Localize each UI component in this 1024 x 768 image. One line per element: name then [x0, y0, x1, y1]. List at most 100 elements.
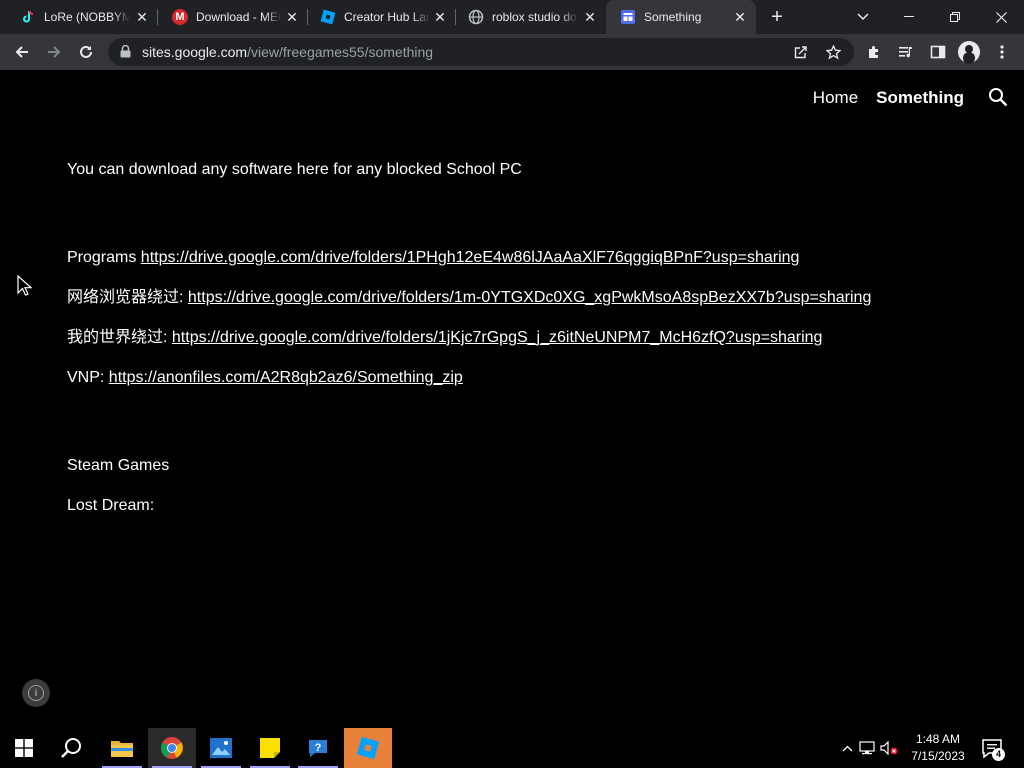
tab-creator-hub[interactable]: Creator Hub Lan ✕ — [306, 0, 456, 34]
clock[interactable]: 1:48 AM 7/15/2023 — [900, 731, 976, 765]
lost-dream-label: Lost Dream: — [67, 497, 155, 514]
system-tray — [838, 728, 900, 768]
close-icon[interactable]: ✕ — [284, 9, 300, 25]
address-bar[interactable]: sites.google.com/view/freegames55/someth… — [108, 38, 854, 66]
windows-logo-icon — [15, 739, 33, 757]
close-icon[interactable]: ✕ — [582, 9, 598, 25]
nav-something[interactable]: Something — [876, 88, 964, 108]
windows-taskbar: ? 1:48 AM 7/15/2023 4 — [0, 728, 1024, 768]
globe-icon — [468, 9, 484, 25]
tab-title: LoRe (NOBBYMU — [44, 10, 130, 24]
chrome-icon — [161, 737, 183, 759]
search-icon[interactable] — [988, 87, 1010, 109]
chrome-button[interactable] — [148, 728, 196, 768]
roblox-studio-button[interactable] — [344, 728, 392, 768]
intro-text: You can download any software here for a… — [67, 161, 522, 178]
link-label: Programs — [67, 249, 141, 266]
link-row-browser-bypass: 网络浏览器绕过: https://drive.google.com/drive/… — [67, 286, 871, 310]
arrow-left-icon — [15, 46, 28, 58]
arrow-right-icon — [48, 46, 61, 58]
side-panel-icon — [930, 45, 946, 59]
minimize-icon — [904, 16, 914, 17]
tab-roblox-search[interactable]: roblox studio do ✕ — [454, 0, 606, 34]
reload-button[interactable] — [72, 38, 100, 66]
chevron-up-icon[interactable] — [838, 745, 856, 752]
url-text: sites.google.com/view/freegames55/someth… — [142, 44, 433, 60]
close-icon[interactable]: ✕ — [134, 9, 150, 25]
share-icon[interactable] — [790, 41, 812, 63]
start-button[interactable] — [0, 728, 48, 768]
reload-icon — [80, 45, 92, 58]
volume-muted-icon[interactable] — [878, 741, 900, 755]
info-icon: i — [28, 685, 44, 701]
restore-button[interactable] — [932, 0, 978, 34]
tab-search-button[interactable] — [840, 0, 886, 34]
tab-title: roblox studio do — [492, 10, 577, 24]
side-panel-button[interactable] — [924, 38, 952, 66]
close-icon[interactable]: ✕ — [432, 9, 448, 25]
get-help-button[interactable]: ? — [294, 728, 342, 768]
sticky-notes-button[interactable] — [246, 728, 294, 768]
browser-toolbar: sites.google.com/view/freegames55/someth… — [0, 34, 1024, 70]
folder-icon — [111, 741, 133, 757]
minecraft-bypass-link[interactable]: https://drive.google.com/drive/folders/1… — [172, 329, 823, 346]
profile-avatar[interactable] — [958, 41, 980, 63]
link-row-programs: Programs https://drive.google.com/drive/… — [67, 246, 799, 270]
site-nav: Home Something — [813, 70, 1024, 126]
extensions-button[interactable] — [860, 38, 888, 66]
search-button[interactable] — [48, 728, 96, 768]
roblox-studio-icon — [320, 9, 336, 25]
network-icon[interactable] — [856, 741, 878, 755]
tab-title: Creator Hub Lan — [344, 10, 430, 24]
media-control-button[interactable] — [892, 38, 920, 66]
minimize-button[interactable] — [886, 0, 932, 34]
star-icon[interactable] — [822, 41, 844, 63]
new-tab-button[interactable]: + — [766, 6, 788, 28]
restore-icon — [950, 12, 960, 22]
page-content: Home Something You can download any soft… — [0, 70, 1024, 728]
notification-count-badge: 4 — [992, 748, 1005, 761]
steam-games-heading: Steam Games — [67, 457, 170, 474]
forward-button[interactable] — [40, 38, 68, 66]
roblox-studio-icon — [356, 736, 380, 760]
mouse-cursor-icon — [17, 275, 33, 296]
chrome-menu-button[interactable] — [988, 38, 1016, 66]
link-label: VNP: — [67, 369, 109, 386]
close-icon — [995, 11, 1007, 23]
programs-link[interactable]: https://drive.google.com/drive/folders/1… — [141, 249, 800, 266]
vnp-link[interactable]: https://anonfiles.com/A2R8qb2az6/Somethi… — [109, 369, 463, 386]
help-icon: ? — [309, 740, 327, 757]
url-path: /view/freegames55/something — [247, 44, 434, 60]
more-vertical-icon — [1000, 45, 1004, 59]
clock-time: 1:48 AM — [915, 732, 961, 746]
link-row-vnp: VNP: https://anonfiles.com/A2R8qb2az6/So… — [67, 366, 463, 390]
tab-something[interactable]: Something ✕ — [606, 0, 756, 34]
tiktok-icon — [20, 9, 36, 25]
link-label: 我的世界绕过: — [67, 329, 172, 346]
photos-button[interactable] — [197, 728, 245, 768]
mega-icon: M — [172, 9, 188, 25]
file-explorer-button[interactable] — [98, 728, 146, 768]
browser-bypass-link[interactable]: https://drive.google.com/drive/folders/1… — [188, 289, 871, 306]
google-sites-icon — [620, 9, 636, 25]
back-button[interactable] — [8, 38, 36, 66]
chevron-down-icon — [857, 13, 869, 21]
window-close-button[interactable] — [978, 0, 1024, 34]
tab-title: Something — [644, 10, 702, 24]
puzzle-icon — [869, 46, 878, 58]
url-host: sites.google.com — [142, 44, 248, 60]
tab-mega[interactable]: M Download - MEG ✕ — [158, 0, 308, 34]
tab-tiktok[interactable]: LoRe (NOBBYMU ✕ — [6, 0, 158, 34]
lock-icon[interactable] — [120, 44, 134, 59]
nav-home[interactable]: Home — [813, 88, 858, 108]
svg-text:?: ? — [315, 742, 322, 754]
close-icon[interactable]: ✕ — [732, 9, 748, 25]
clock-date: 7/15/2023 — [911, 749, 965, 763]
link-label: 网络浏览器绕过: — [67, 289, 188, 306]
link-row-minecraft-bypass: 我的世界绕过: https://drive.google.com/drive/f… — [67, 326, 822, 350]
playlist-icon — [899, 47, 912, 58]
tab-strip: LoRe (NOBBYMU ✕ M Download - MEG ✕ Creat… — [0, 0, 1024, 34]
site-info-button[interactable]: i — [22, 679, 50, 707]
sticky-notes-icon — [260, 738, 280, 758]
search-icon — [61, 738, 81, 758]
